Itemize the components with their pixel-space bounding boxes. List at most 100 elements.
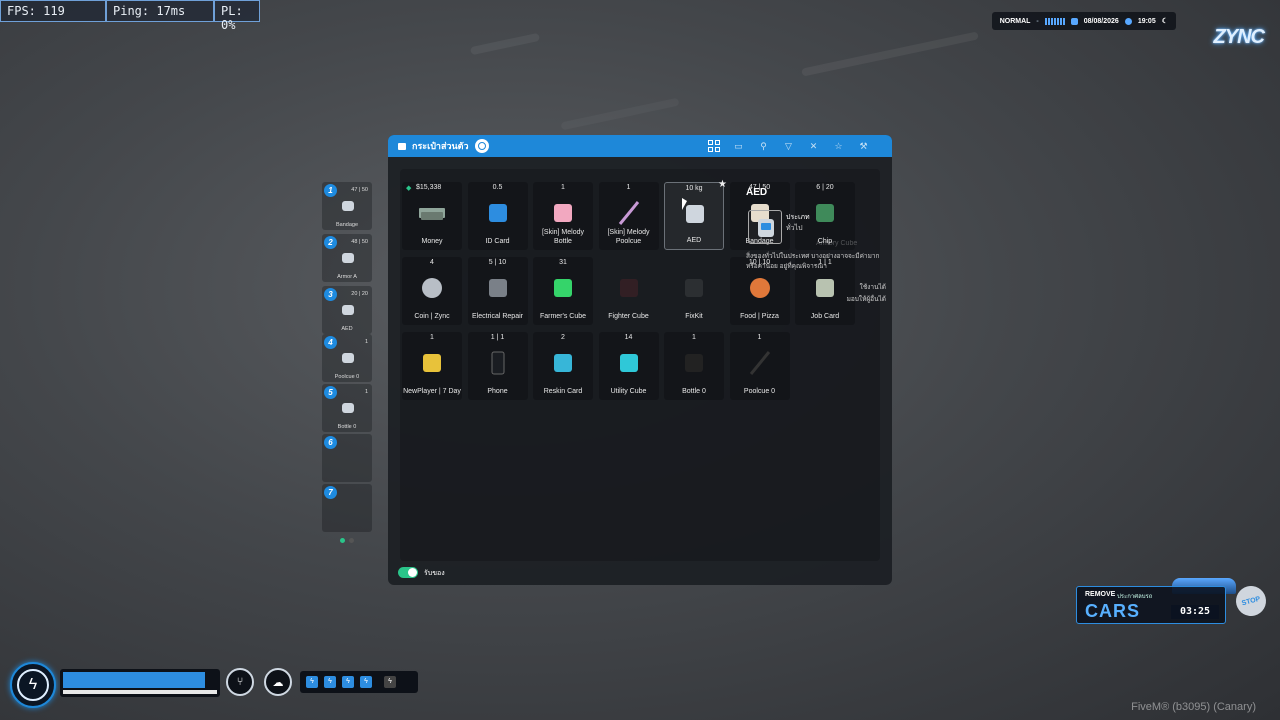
hotbar-item-icon	[342, 353, 354, 363]
inventory-item[interactable]: $15,338 ◆ Money	[402, 182, 462, 250]
signal-bars-icon	[1044, 17, 1065, 25]
tab-key-icon[interactable]: ⚲	[756, 139, 771, 154]
item-count: 1	[430, 334, 434, 341]
hotbar-slot-number: 3	[324, 288, 337, 301]
fighter-cube-icon	[619, 279, 638, 297]
item-name: Reskin Card	[543, 388, 583, 395]
hotbar-slot[interactable]: 7	[322, 484, 372, 532]
item-count: 0.5	[492, 184, 503, 191]
fixkit-icon	[685, 279, 703, 297]
hotbar-item-icon	[342, 201, 354, 211]
newplayer-ticket-icon	[423, 354, 441, 372]
quick-slot-icon: ϟ	[342, 676, 354, 688]
farmer-cube-icon	[554, 279, 572, 297]
hotbar-slot-number: 5	[324, 386, 337, 399]
clock-icon	[1124, 17, 1132, 25]
inventory-item[interactable]: 2 Reskin Card	[533, 332, 593, 400]
hotbar-slot[interactable]: 4 1 Poolcue 0	[322, 334, 372, 382]
hotbar-item-icon	[342, 403, 354, 413]
bag-icon	[398, 142, 406, 150]
item-count: 1	[561, 184, 565, 191]
hotbar-slot[interactable]: 1 47 | 50 Bandage	[322, 182, 372, 230]
hotbar-slot-label: AED	[341, 326, 353, 332]
inventory-item[interactable]: 10 kg ★ AED	[664, 179, 727, 250]
hotbar-page-dots	[340, 538, 354, 543]
utility-cube-icon	[619, 354, 638, 372]
item-name: Farmer's Cube	[539, 313, 587, 320]
status-pill: NORMAL - 08/08/2026 19:05 ☾	[991, 12, 1176, 30]
tab-shirt-icon[interactable]: ▽	[781, 139, 796, 154]
hotbar-slot[interactable]: 2 48 | 50 Armor A	[322, 234, 372, 282]
inventory-item[interactable]: 4 Coin | Zync	[402, 257, 462, 325]
item-name: Bottle 0	[682, 388, 706, 395]
poolcue-skin-icon	[618, 201, 639, 225]
calendar-icon	[1070, 17, 1078, 25]
inventory-item[interactable]: Fighter Cube	[599, 257, 659, 325]
hotbar-slot-number: 2	[324, 236, 337, 249]
inventory-item[interactable]: 1 | 1 Phone	[467, 332, 528, 400]
item-name: Phone	[487, 388, 508, 395]
favorite-star-icon[interactable]: ★	[718, 179, 727, 190]
hotbar-slot-number: 6	[324, 436, 337, 449]
tab-all-grid-icon[interactable]	[706, 139, 721, 154]
hotbar-slot[interactable]: 3 20 | 20 AED	[322, 286, 372, 334]
detail-title: AED	[746, 187, 768, 198]
hotbar-slot[interactable]: 6	[322, 434, 372, 482]
inventory-item[interactable]: 1 Bottle 0	[664, 332, 724, 400]
hotbar-slot-number: 4	[324, 336, 337, 349]
detail-usable: ใช้งานได้	[859, 284, 886, 291]
item-name: Coin | Zync	[414, 313, 450, 320]
hotbar-slot-count: 1	[364, 389, 368, 395]
inventory-item[interactable]: 14 Utility Cube	[598, 332, 659, 400]
receive-items-toggle[interactable]	[398, 567, 418, 578]
hotbar-slot-count: 20 | 20	[351, 291, 368, 297]
quick-slots: ϟ ϟ ϟ ϟ ϟ	[300, 671, 418, 693]
poolcue-icon	[749, 351, 770, 375]
reskin-card-icon	[554, 354, 572, 372]
search-icon[interactable]	[474, 139, 489, 153]
inventory-item[interactable]: 1 [Skin] Melody Poolcue	[598, 182, 659, 250]
car-removal-event: REMOVE ประกาศลบรถ CARS 03:25 STOP	[1076, 578, 1270, 626]
hotbar-slot-count: 1	[364, 339, 368, 345]
money-icon	[419, 208, 445, 220]
server-logo: ZYNC	[1213, 26, 1265, 48]
tab-favorite-icon[interactable]: ☆	[831, 139, 846, 154]
hotbar-slot-label: Bandage	[335, 222, 359, 228]
brain-icon: ☁	[264, 668, 292, 696]
inventory-item[interactable]: 1 Poolcue 0	[729, 332, 790, 400]
detail-type-label: ประเภท	[786, 214, 810, 221]
item-detail-panel: Armory Cube AED ประเภท ทั่วไป สิ่งของทั่…	[746, 182, 886, 322]
hotbar-slot[interactable]: 5 1 Bottle 0	[322, 384, 372, 432]
detail-type-value: ทั่วไป	[786, 225, 803, 232]
detail-giveable: มอบให้ผู้อื่นได้	[846, 296, 886, 303]
detail-thumbnail	[748, 210, 782, 244]
ping-readout: Ping: 17ms	[106, 0, 214, 22]
inventory-item[interactable]: 1 [Skin] Melody Bottle	[533, 182, 593, 250]
tab-folder-icon[interactable]: ▭	[731, 139, 746, 154]
money-diamond-icon: ◆	[406, 185, 412, 192]
tab-tools-icon[interactable]: ✕	[806, 139, 821, 154]
tab-wrench-icon[interactable]: ⚒	[856, 139, 871, 154]
hotbar-slot-number: 7	[324, 486, 337, 499]
lightning-icon: ϟ	[17, 669, 49, 701]
inventory-item[interactable]: 31 Farmer's Cube	[533, 257, 593, 325]
item-name: Utility Cube	[610, 388, 647, 395]
debug-bar: FPS: 119 Ping: 17ms PL: 0%	[0, 0, 260, 32]
quick-slot-icon: ϟ	[384, 676, 396, 688]
inventory-item[interactable]: FixKit	[664, 257, 724, 325]
item-name: Poolcue 0	[743, 388, 776, 395]
inventory-item[interactable]: 1 NewPlayer | 7 Day	[402, 332, 462, 400]
id-card-icon	[488, 204, 507, 222]
inventory-item[interactable]: 5 | 10 Electrical Repair	[467, 257, 528, 325]
item-count: 1	[757, 334, 762, 341]
packet-loss-readout: PL: 0%	[214, 0, 260, 32]
page-dot-active[interactable]	[340, 538, 345, 543]
energy-gauge: ϟ	[10, 662, 56, 708]
receive-items-label: รับของ	[424, 570, 445, 577]
item-count: 1	[692, 334, 696, 341]
item-name: NewPlayer | 7 Day	[403, 388, 461, 395]
inventory-item[interactable]: 0.5 ID Card	[467, 182, 528, 250]
quick-slot-icon: ϟ	[306, 676, 318, 688]
page-dot[interactable]	[349, 538, 354, 543]
health-bar-fill	[63, 672, 205, 688]
